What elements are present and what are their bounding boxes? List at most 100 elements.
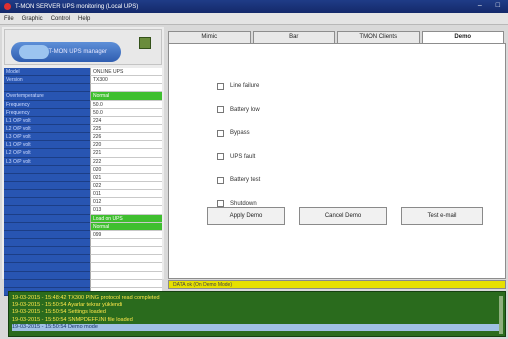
test-email-button[interactable]: Test e-mail [401,207,483,225]
maximize-button[interactable]: □ [496,2,500,9]
tab-demo[interactable]: Demo [421,31,504,43]
info-label: Overtemperature [4,92,90,101]
menu-graphic[interactable]: Graphic [22,16,43,22]
checkbox[interactable] [217,106,224,113]
info-value: 224 [90,116,162,125]
info-value [90,247,162,256]
log-entry[interactable]: 19-03-2015 - 15:50:54 Settings loaded [12,309,502,316]
checkbox[interactable] [217,82,224,90]
info-label [4,230,90,239]
info-value [90,271,162,280]
info-value: 021 [90,173,162,182]
check-ups-fault[interactable]: UPS fault [217,153,260,161]
info-value: 222 [90,157,162,166]
info-label: Frequency [4,100,90,109]
info-value: 011 [90,190,162,199]
log-entry[interactable]: 19-03-2015 - 15:48:42 TX300 PING protoco… [12,295,502,302]
tab-mimic[interactable]: Mimic [168,31,251,43]
info-value [90,255,162,264]
ups-manager-logo[interactable]: T-MON UPS manager [11,42,121,62]
check-label: UPS fault [230,153,256,160]
info-row: L2 O/P volt 225 [4,124,162,134]
info-value: 012 [90,198,162,207]
log-entry[interactable]: 19-03-2015 - 15:50:54 Ayarlar tekrar yük… [12,302,502,309]
info-value: ONLINE UPS [90,68,162,77]
cancel-demo-button[interactable]: Cancel Demo [299,207,387,225]
menu-file[interactable]: File [4,16,14,22]
check-battery-test[interactable]: Battery test [217,176,260,184]
tab-bar: Mimic Bar TMON Clients Demo [168,31,506,43]
info-value: Normal [90,222,162,231]
info-value: 020 [90,165,162,174]
info-row: 020 [4,165,162,174]
info-label [4,214,90,223]
tab-bar-graph[interactable]: Bar [252,31,335,43]
checkbox[interactable] [217,176,224,184]
info-row [4,247,162,256]
info-row: 021 [4,173,162,182]
checkbox[interactable] [217,129,224,137]
info-row: Frequency 50.0 [4,108,162,117]
info-row: L1 O/P volt 224 [4,116,162,125]
info-label [4,271,90,280]
window-title: T-MON SERVER UPS monitoring (Local UPS) [15,3,139,10]
log-scrollbar[interactable] [499,296,503,334]
info-row: L2 O/P volt 221 [4,149,162,158]
minimize-button[interactable]: – [478,2,482,9]
check-label: Battery low [230,106,260,113]
menu-control[interactable]: Control [51,16,70,22]
apply-demo-button[interactable]: Apply Demo [207,207,285,225]
check-label: Shutdown [230,200,257,207]
check-line-failure[interactable]: Line failure [217,82,260,90]
info-label [4,263,90,272]
info-row [4,271,162,280]
info-label: L2 O/P volt [4,149,90,158]
info-value: 013 [90,206,162,215]
check-bypass[interactable]: Bypass [217,129,260,137]
info-label [4,247,90,256]
info-row: Model ONLINE UPS [4,68,162,77]
tab-tmon-clients[interactable]: TMON Clients [337,31,420,43]
check-battery-low[interactable]: Battery low [217,106,260,114]
log-entry[interactable]: 19-03-2015 - 15:50:54 Demo mode [12,323,502,332]
check-label: Bypass [230,130,250,136]
info-value: 50.0 [90,108,162,117]
info-label: L1 O/P volt [4,141,90,150]
info-label: L3 O/P volt [4,157,90,166]
logo-area: T-MON UPS manager [4,29,162,65]
info-row: 012 [4,198,162,207]
info-value [90,263,162,272]
checkbox[interactable] [217,153,224,160]
info-label [4,255,90,264]
info-label [4,84,90,93]
title-bar: T-MON SERVER UPS monitoring (Local UPS) … [0,0,508,13]
settings-icon[interactable] [139,37,151,49]
log-entry[interactable]: 19-03-2015 - 15:50:54 SNMPDEFF.INI file … [12,317,502,324]
info-label [4,222,90,231]
info-row [4,263,162,272]
ups-info-table: Model ONLINE UPS Version TX300 Overtemperatu… [4,68,162,296]
checkbox[interactable] [217,200,224,207]
info-label: Frequency [4,108,90,117]
info-value: Normal [90,92,162,101]
info-row: Frequency 50.0 [4,100,162,109]
menu-help[interactable]: Help [78,16,90,22]
logo-knob [19,45,49,59]
info-label [4,198,90,207]
check-label: Line failure [230,83,260,89]
info-value [90,238,162,248]
info-value: 226 [90,133,162,142]
info-row: 022 [4,181,162,191]
info-label [4,279,90,288]
info-label [4,181,90,191]
info-label [4,190,90,199]
info-label [4,173,90,182]
info-value: TX300 [90,76,162,85]
status-bar: DATA ok (On Demo Mode) [168,280,506,289]
info-value: 022 [90,181,162,191]
info-row: Overtemperature Normal [4,92,162,101]
menu-bar: File Graphic Control Help [0,13,508,25]
info-row [4,279,162,288]
info-value: 099 [90,230,162,239]
info-value: 50.0 [90,100,162,109]
